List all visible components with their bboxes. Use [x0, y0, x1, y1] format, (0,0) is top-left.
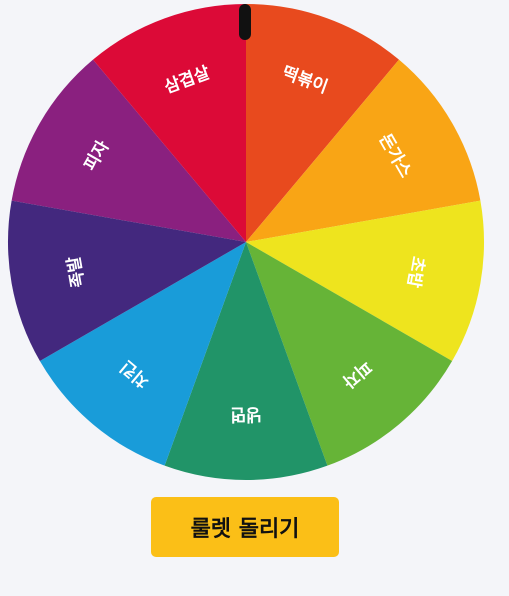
- wheel-pointer: [239, 4, 251, 40]
- roulette-wheel: 피자삼겹살 떡볶이돈가스초밥피자냉면치킨족발: [8, 4, 484, 481]
- roulette-wheel-area: 피자 삼겹살 떡볶이 돈가스 초밥 피자 냉면 치킨 족발: [0, 0, 509, 490]
- spin-roulette-button[interactable]: 룰렛 돌리기: [151, 497, 339, 557]
- wheel-slice-label: 냉면: [230, 404, 261, 424]
